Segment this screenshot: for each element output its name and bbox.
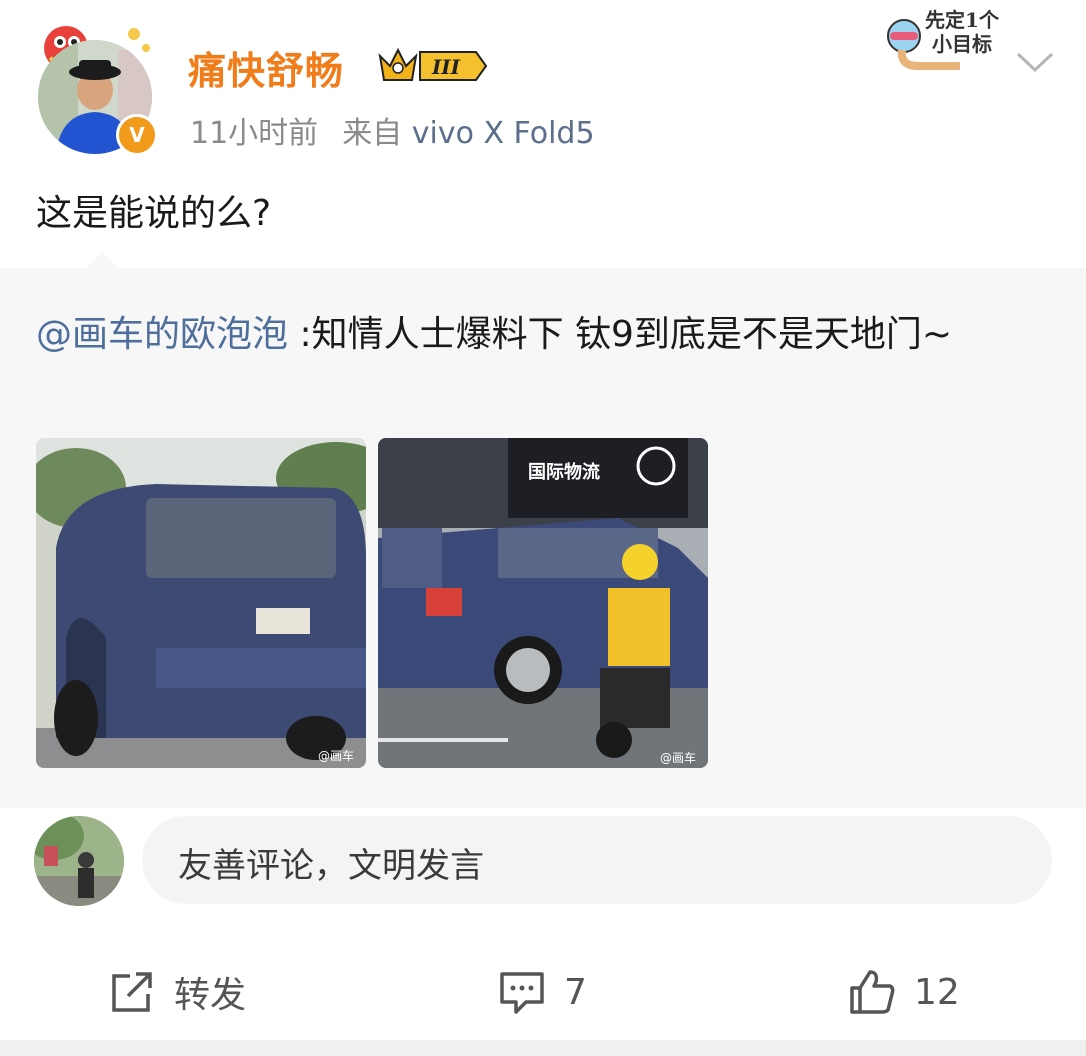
author-avatar-group[interactable]: V <box>30 18 158 156</box>
photo-suv-side-icon: 国际物流 @画车 <box>378 438 708 768</box>
post-device[interactable]: vivo X Fold5 <box>412 116 595 151</box>
comment-placeholder: 友善评论，文明发言 <box>178 846 484 886</box>
member-level-text: III <box>431 55 461 79</box>
comment-button[interactable]: 7 <box>498 962 587 1022</box>
image-1-watermark: @画车 <box>318 748 354 763</box>
repost-label: 转发 <box>174 975 247 1016</box>
repost-image-1[interactable]: @画车 <box>36 438 366 768</box>
goal-sticker-icon: 先定1个小目标 <box>880 6 1006 72</box>
author-name[interactable]: 痛快舒畅 <box>188 40 344 95</box>
repost-body: :知情人士爆料下 钛9到底是不是天地门~ <box>288 314 953 355</box>
post-source-prefix: 来自 <box>342 116 403 151</box>
comment-count: 7 <box>564 971 587 1013</box>
bottom-divider <box>0 1040 1086 1056</box>
member-crown-badge-icon[interactable]: III <box>376 44 488 88</box>
thumbs-up-icon <box>850 970 895 1014</box>
post-meta: 11小时前 来自 vivo X Fold5 <box>190 108 595 152</box>
repost-button[interactable]: 转发 <box>108 962 246 1022</box>
current-user-avatar[interactable] <box>34 816 124 906</box>
like-count: 12 <box>914 971 960 1013</box>
truck-sign-text: 国际物流 <box>528 461 600 483</box>
like-button[interactable]: 12 <box>848 962 960 1022</box>
post-text: 这是能说的么? <box>36 193 272 234</box>
repost-text: @画车的欧泡泡 :知情人士爆料下 钛9到底是不是天地门~ <box>36 306 1046 364</box>
sticker-text: 先定1个小目标 <box>925 8 999 56</box>
verified-badge: V <box>116 114 158 156</box>
repost-image-2[interactable]: 国际物流 @画车 <box>378 438 708 768</box>
photo-suv-rear-icon: @画车 <box>36 438 366 768</box>
comment-input[interactable]: 友善评论，文明发言 <box>142 816 1052 904</box>
chevron-down-icon[interactable] <box>1012 46 1058 76</box>
comment-icon <box>500 972 544 1014</box>
share-icon <box>112 972 152 1012</box>
post-time: 11小时前 <box>190 116 319 151</box>
image-2-watermark: @画车 <box>660 750 696 765</box>
repost-mention-link[interactable]: @画车的欧泡泡 <box>36 314 288 355</box>
